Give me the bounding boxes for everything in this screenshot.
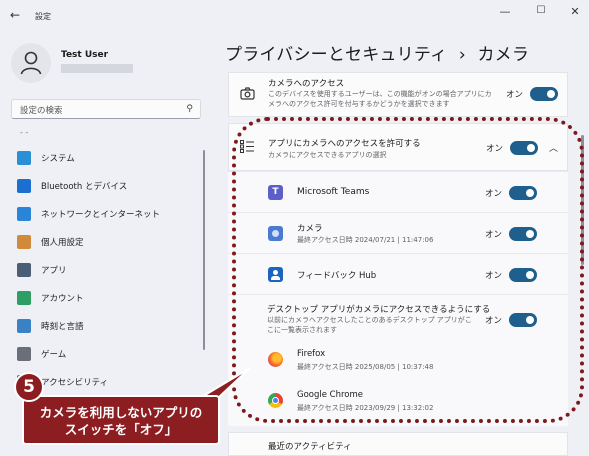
annotation-line1: カメラを利用しないアプリの — [39, 405, 203, 420]
callout-pointer — [196, 367, 251, 399]
annotation-callout: カメラを利用しないアプリの スイッチを「オフ」 — [22, 395, 220, 445]
annotation-line2: スイッチを「オフ」 — [64, 422, 178, 437]
step-number-badge: 5 — [14, 372, 44, 402]
